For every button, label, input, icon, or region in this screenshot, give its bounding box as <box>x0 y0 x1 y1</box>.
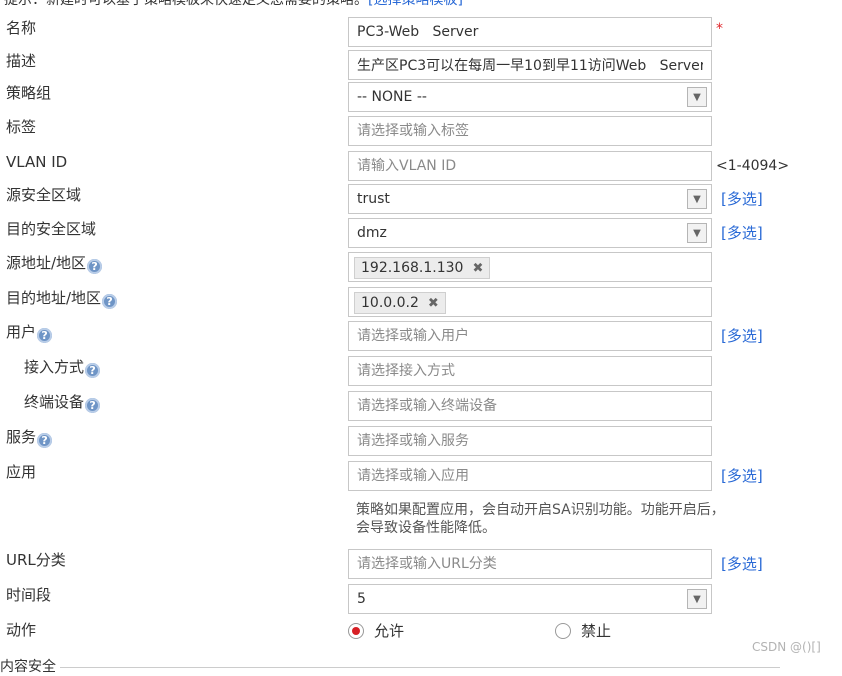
chevron-down-icon[interactable]: ▼ <box>687 223 707 243</box>
template-hint: 提示：新建时可以基于策略模板来快速定义您需要的策略。[选择策略模板] <box>4 0 463 9</box>
row-src-addr: 源地址/地区? 192.168.1.130 ✖ <box>0 252 842 282</box>
dst-addr-input[interactable]: 10.0.0.2 ✖ <box>348 287 712 317</box>
tags-label: 标签 <box>6 118 37 136</box>
description-input[interactable] <box>348 50 712 80</box>
user-input[interactable] <box>348 321 712 351</box>
url-category-input[interactable] <box>348 549 712 579</box>
src-zone-select[interactable]: trust ▼ <box>348 184 712 214</box>
close-icon[interactable]: ✖ <box>472 261 483 276</box>
action-permit-radio[interactable]: 允许 <box>348 620 404 641</box>
action-deny-radio[interactable]: 禁止 <box>555 620 611 641</box>
chevron-down-icon[interactable]: ▼ <box>687 87 707 107</box>
row-vlan-id: VLAN ID <1-4094> <box>0 151 842 181</box>
row-name: 名称 * <box>0 17 842 47</box>
terminal-device-input[interactable] <box>348 391 712 421</box>
src-zone-multi-link[interactable]: [多选] <box>721 188 763 209</box>
dst-zone-label: 目的安全区域 <box>6 220 97 238</box>
row-description: 描述 <box>0 50 842 80</box>
service-input[interactable] <box>348 426 712 456</box>
row-action: 动作 <box>0 619 842 649</box>
tags-input[interactable] <box>348 116 712 146</box>
help-icon[interactable]: ? <box>102 294 118 309</box>
help-icon[interactable]: ? <box>37 328 53 343</box>
row-dst-addr: 目的地址/地区? 10.0.0.2 ✖ <box>0 287 842 317</box>
dst-addr-label: 目的地址/地区? <box>6 287 118 309</box>
row-policy-group: 策略组 -- NONE -- ▼ <box>0 82 842 112</box>
dst-zone-multi-link[interactable]: [多选] <box>721 222 763 243</box>
service-label: 服务? <box>6 426 53 448</box>
row-application: 应用 [多选] <box>0 461 842 491</box>
time-range-label: 时间段 <box>6 586 52 604</box>
row-terminal-device: 终端设备? <box>0 391 842 421</box>
src-addr-tag: 192.168.1.130 ✖ <box>354 257 491 279</box>
url-category-multi-link[interactable]: [多选] <box>721 553 763 574</box>
content-security-section-title: 内容安全 <box>0 656 780 676</box>
help-icon[interactable]: ? <box>87 259 103 274</box>
required-mark: * <box>716 21 723 37</box>
dst-zone-select[interactable]: dmz ▼ <box>348 218 712 248</box>
src-addr-label: 源地址/地区? <box>6 252 103 274</box>
help-icon[interactable]: ? <box>85 363 101 378</box>
row-tags: 标签 <box>0 116 842 146</box>
vlan-id-label: VLAN ID <box>6 153 68 171</box>
access-method-label: 接入方式? <box>24 356 101 378</box>
src-zone-value: trust <box>357 191 390 207</box>
watermark: CSDN @()[] <box>752 640 821 654</box>
row-url-category: URL分类 [多选] <box>0 549 842 579</box>
help-icon[interactable]: ? <box>85 398 101 413</box>
help-icon[interactable]: ? <box>37 433 53 448</box>
application-label: 应用 <box>6 463 37 481</box>
policy-group-select[interactable]: -- NONE -- ▼ <box>348 82 712 112</box>
user-multi-link[interactable]: [多选] <box>721 325 763 346</box>
application-input[interactable] <box>348 461 712 491</box>
vlan-id-input[interactable] <box>348 151 712 181</box>
src-zone-label: 源安全区域 <box>6 186 82 204</box>
action-label: 动作 <box>6 621 37 639</box>
row-access-method: 接入方式? <box>0 356 842 386</box>
radio-selected-icon[interactable] <box>348 622 364 639</box>
select-template-link[interactable]: [选择策略模板] <box>368 0 463 8</box>
policy-group-label: 策略组 <box>6 84 52 102</box>
policy-group-value: -- NONE -- <box>357 89 427 105</box>
action-deny-label: 禁止 <box>581 622 612 640</box>
chevron-down-icon[interactable]: ▼ <box>687 189 707 209</box>
row-service: 服务? <box>0 426 842 456</box>
src-addr-input[interactable]: 192.168.1.130 ✖ <box>348 252 712 282</box>
radio-dot-icon <box>352 626 360 635</box>
dst-addr-tag: 10.0.0.2 ✖ <box>354 292 446 314</box>
radio-unselected-icon[interactable] <box>555 622 571 639</box>
close-icon[interactable]: ✖ <box>428 296 439 311</box>
vlan-range-hint: <1-4094> <box>716 158 790 174</box>
time-range-select[interactable]: 5 ▼ <box>348 584 712 614</box>
row-dst-zone: 目的安全区域 dmz ▼ [多选] <box>0 218 842 248</box>
user-label: 用户? <box>6 321 53 343</box>
description-label: 描述 <box>6 52 37 70</box>
row-src-zone: 源安全区域 trust ▼ [多选] <box>0 184 842 214</box>
access-method-input[interactable] <box>348 356 712 386</box>
action-permit-label: 允许 <box>374 622 405 640</box>
application-note: 策略如果配置应用，会自动开启SA识别功能。功能开启后，会导致设备性能降低。 <box>356 502 725 536</box>
row-time-range: 时间段 5 ▼ <box>0 584 842 614</box>
terminal-device-label: 终端设备? <box>24 391 101 413</box>
url-category-label: URL分类 <box>6 551 66 569</box>
chevron-down-icon[interactable]: ▼ <box>687 589 707 609</box>
dst-zone-value: dmz <box>357 225 387 241</box>
application-multi-link[interactable]: [多选] <box>721 465 763 486</box>
row-user: 用户? [多选] <box>0 321 842 351</box>
name-input[interactable] <box>348 17 712 47</box>
name-label: 名称 <box>6 19 37 37</box>
time-range-value: 5 <box>357 591 366 607</box>
